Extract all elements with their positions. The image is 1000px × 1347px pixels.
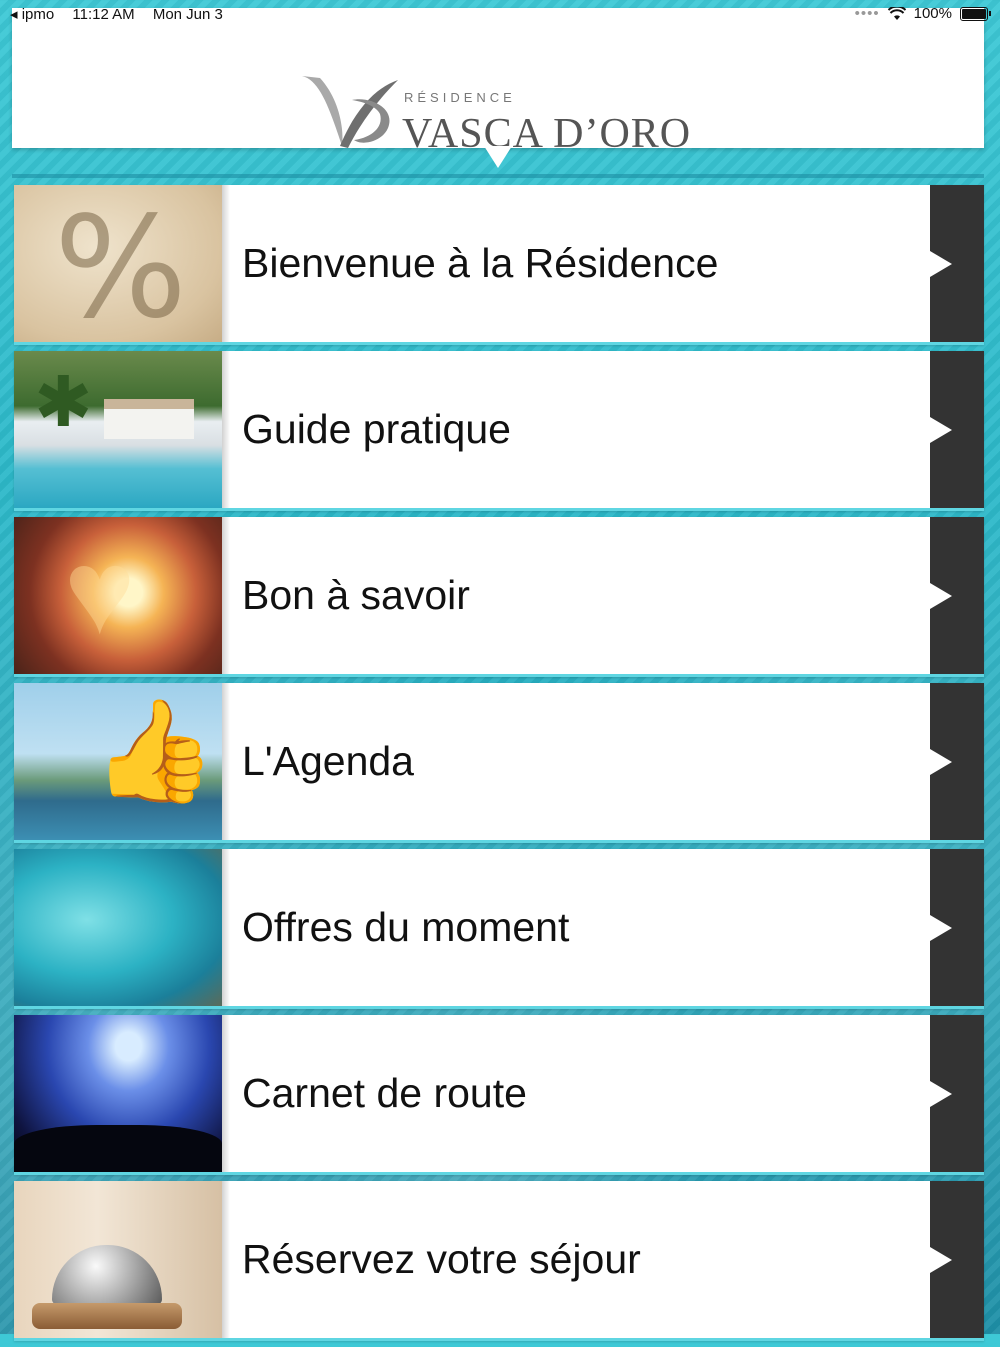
chevron-right-icon[interactable] — [930, 849, 984, 1006]
status-time: 11:12 AM — [72, 6, 135, 23]
palm-tree-icon: ✱ — [34, 363, 93, 441]
battery-percent: 100% — [913, 5, 952, 22]
menu-item-carnet-de-route[interactable]: Carnet de route — [14, 1015, 984, 1175]
thumbnail-shadow — [222, 517, 230, 674]
thumbnail-turquoise-cove — [14, 849, 222, 1006]
thumbnail-concert-lights — [14, 1015, 222, 1172]
menu-item-label: Bienvenue à la Résidence — [242, 240, 719, 286]
thumbnail-heart-hands-sunset: ♥ — [14, 517, 222, 674]
battery-icon — [960, 6, 991, 21]
wifi-icon — [887, 6, 906, 20]
status-date: Mon Jun 3 — [152, 6, 223, 23]
status-bar: ◂ ipmo 11:12 AM Mon Jun 3 •••• 100% — [0, 0, 1000, 26]
bell-dome-icon — [52, 1245, 162, 1305]
thumbnail-shadow — [222, 1015, 230, 1172]
menu-item-guide-pratique[interactable]: ✱ Guide pratique — [14, 351, 984, 511]
thumbnail-shadow — [222, 1181, 230, 1338]
menu-item-bon-a-savoir[interactable]: ♥ Bon à savoir — [14, 517, 984, 677]
app-header: RÉSIDENCE VASCA D’ORO — [12, 8, 984, 157]
logo-subtitle: RÉSIDENCE — [404, 90, 516, 105]
logo-title: VASCA D’ORO — [402, 111, 692, 157]
menu-item-label: Réservez votre séjour — [242, 1236, 641, 1282]
bell-base-icon — [32, 1303, 182, 1329]
heart-icon: ♥ — [64, 525, 136, 659]
menu-item-bienvenue[interactable]: % Bienvenue à la Résidence — [14, 185, 984, 345]
carrier-label: ◂ ipmo — [10, 6, 55, 23]
header-pointer — [484, 146, 512, 168]
thumbnail-pool-garden: ✱ — [14, 351, 222, 508]
header-divider — [12, 174, 984, 178]
thumbnail-percent-in-sand: % — [14, 185, 222, 342]
menu-item-label: Carnet de route — [242, 1070, 527, 1116]
chevron-right-icon[interactable] — [930, 1181, 984, 1338]
chevron-right-icon[interactable] — [930, 1015, 984, 1172]
logo-v-emblem-icon — [302, 76, 398, 148]
main-menu: % Bienvenue à la Résidence ✱ Guide prati… — [14, 185, 984, 1347]
menu-item-label: Offres du moment — [242, 904, 570, 950]
crowd-silhouette-icon — [14, 1125, 222, 1172]
thumbnail-shadow — [222, 849, 230, 1006]
house-icon — [104, 399, 194, 439]
menu-item-reservez[interactable]: Réservez votre séjour — [14, 1181, 984, 1341]
menu-item-label: Bon à savoir — [242, 572, 470, 618]
menu-item-agenda[interactable]: 👍 L'Agenda — [14, 683, 984, 843]
thumbs-up-icon: 👍 — [92, 695, 217, 807]
thumbnail-shadow — [222, 351, 230, 508]
chevron-right-icon[interactable] — [930, 351, 984, 508]
chevron-right-icon[interactable] — [930, 517, 984, 674]
thumbnail-thumbs-up-beach: 👍 — [14, 683, 222, 840]
thumbnail-shadow — [222, 185, 230, 342]
thumbnail-shadow — [222, 683, 230, 840]
chevron-right-icon[interactable] — [930, 185, 984, 342]
menu-item-label: L'Agenda — [242, 738, 414, 784]
menu-item-label: Guide pratique — [242, 406, 511, 452]
chevron-right-icon[interactable] — [930, 683, 984, 840]
signal-dots-icon: •••• — [854, 5, 880, 22]
percent-sand-drawing-icon: % — [54, 187, 188, 342]
menu-item-offres[interactable]: Offres du moment — [14, 849, 984, 1009]
thumbnail-service-bell — [14, 1181, 222, 1338]
